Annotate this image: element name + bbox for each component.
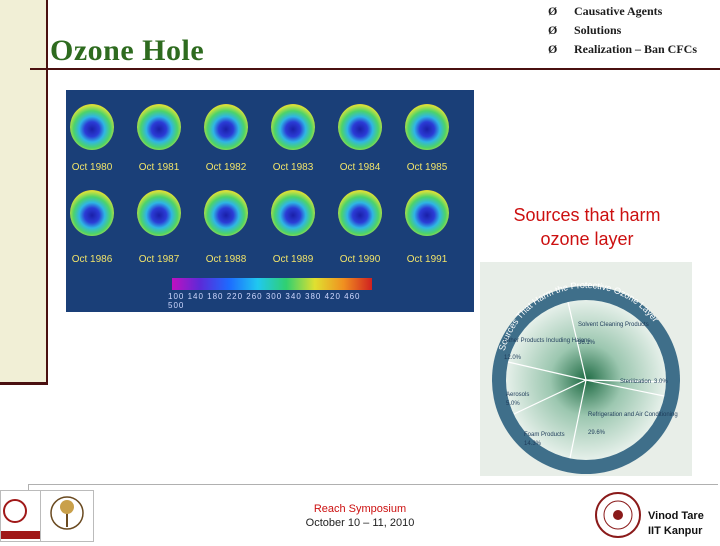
arrow-bullet-icon: Ø bbox=[548, 42, 558, 56]
left-band-bottom-rule bbox=[0, 382, 46, 385]
ozone-globe-image bbox=[137, 190, 181, 236]
left-band-edge bbox=[46, 0, 48, 385]
arrow-bullet-icon: Ø bbox=[548, 23, 558, 37]
ozone-globe-image bbox=[137, 104, 181, 150]
color-scale-ticks: 100 140 180 220 260 300 340 380 420 460 … bbox=[168, 292, 361, 310]
iitk-seal-icon bbox=[595, 492, 641, 538]
globe-year-label: Oct 1988 bbox=[205, 254, 247, 265]
event-dates: October 10 – 11, 2010 bbox=[305, 517, 415, 529]
ozone-globe-image bbox=[405, 190, 449, 236]
globe-year-label: Oct 1983 bbox=[272, 162, 314, 173]
pie-chart-svg: Sources That Harm the Protective Ozone L… bbox=[492, 280, 680, 474]
pie-slice-label: Refrigeration and Air Conditioning bbox=[588, 412, 678, 418]
presenter-name: Vinod Tare bbox=[648, 510, 704, 522]
pie-slice-value: 14.3% bbox=[524, 441, 542, 447]
bullet-item: Ø Causative Agents bbox=[548, 2, 697, 21]
bullet-text: Solutions bbox=[574, 23, 622, 37]
bullet-item: Ø Solutions bbox=[548, 21, 697, 40]
bullet-text: Causative Agents bbox=[574, 4, 663, 18]
ozone-globe-image bbox=[271, 190, 315, 236]
ozone-globe-image bbox=[204, 190, 248, 236]
globe-year-label: Oct 1984 bbox=[339, 162, 381, 173]
globe-year-label: Oct 1990 bbox=[339, 254, 381, 265]
ozone-globe-image bbox=[338, 190, 382, 236]
globe-year-label: Oct 1991 bbox=[406, 254, 448, 265]
slide-title: Ozone Hole bbox=[50, 34, 205, 67]
sources-heading: Sources that harm ozone layer bbox=[513, 205, 661, 249]
ozone-color-scale-bar bbox=[172, 278, 372, 290]
presenter-block: Vinod Tare IIT Kanpur bbox=[648, 509, 704, 539]
ozone-sources-pie-figure: Sources That Harm the Protective Ozone L… bbox=[480, 262, 692, 476]
event-name: Reach Symposium bbox=[313, 503, 407, 515]
pie-slice-value: 12.0% bbox=[504, 355, 522, 361]
ozone-globe-image bbox=[70, 190, 114, 236]
ozone-globe-image bbox=[70, 104, 114, 150]
left-band bbox=[0, 0, 46, 385]
ozone-globe-image bbox=[271, 104, 315, 150]
tree-emblem-icon bbox=[50, 496, 84, 530]
globe-year-label: Oct 1980 bbox=[71, 162, 113, 173]
ozone-globe-image bbox=[204, 104, 248, 150]
pie-slice-label: Foam Products bbox=[524, 432, 565, 438]
globe-year-label: Oct 1985 bbox=[406, 162, 448, 173]
arrow-bullet-icon: Ø bbox=[548, 4, 558, 18]
title-rule bbox=[30, 68, 720, 70]
pie-slice-value: 5.0% bbox=[506, 401, 520, 407]
pie-slice-label: Solvent Cleaning Products bbox=[578, 322, 649, 328]
globe-year-label: Oct 1987 bbox=[138, 254, 180, 265]
globe-year-label: Oct 1986 bbox=[71, 254, 113, 265]
globe-year-label: Oct 1989 bbox=[272, 254, 314, 265]
pie-slice-value: 3.0% bbox=[654, 379, 668, 385]
bullet-text: Realization – Ban CFCs bbox=[574, 42, 697, 56]
symposium-tree-logo bbox=[40, 490, 94, 542]
pie-slice-label: Other Products Including Halons bbox=[504, 338, 590, 344]
presenter-org: IIT Kanpur bbox=[648, 525, 703, 537]
bullet-list: Ø Causative Agents Ø Solutions Ø Realiza… bbox=[548, 2, 697, 59]
ozone-globe-image bbox=[338, 104, 382, 150]
globe-year-label: Oct 1982 bbox=[205, 162, 247, 173]
pie-slice-value: 29.6% bbox=[588, 430, 606, 436]
footer-rule bbox=[28, 484, 718, 485]
ozone-globe-image bbox=[405, 104, 449, 150]
bullet-item: Ø Realization – Ban CFCs bbox=[548, 40, 697, 59]
pie-slice-label: Sterilization bbox=[620, 379, 651, 385]
globe-year-label: Oct 1981 bbox=[138, 162, 180, 173]
pie-slice-label: Aerosols bbox=[506, 392, 529, 398]
